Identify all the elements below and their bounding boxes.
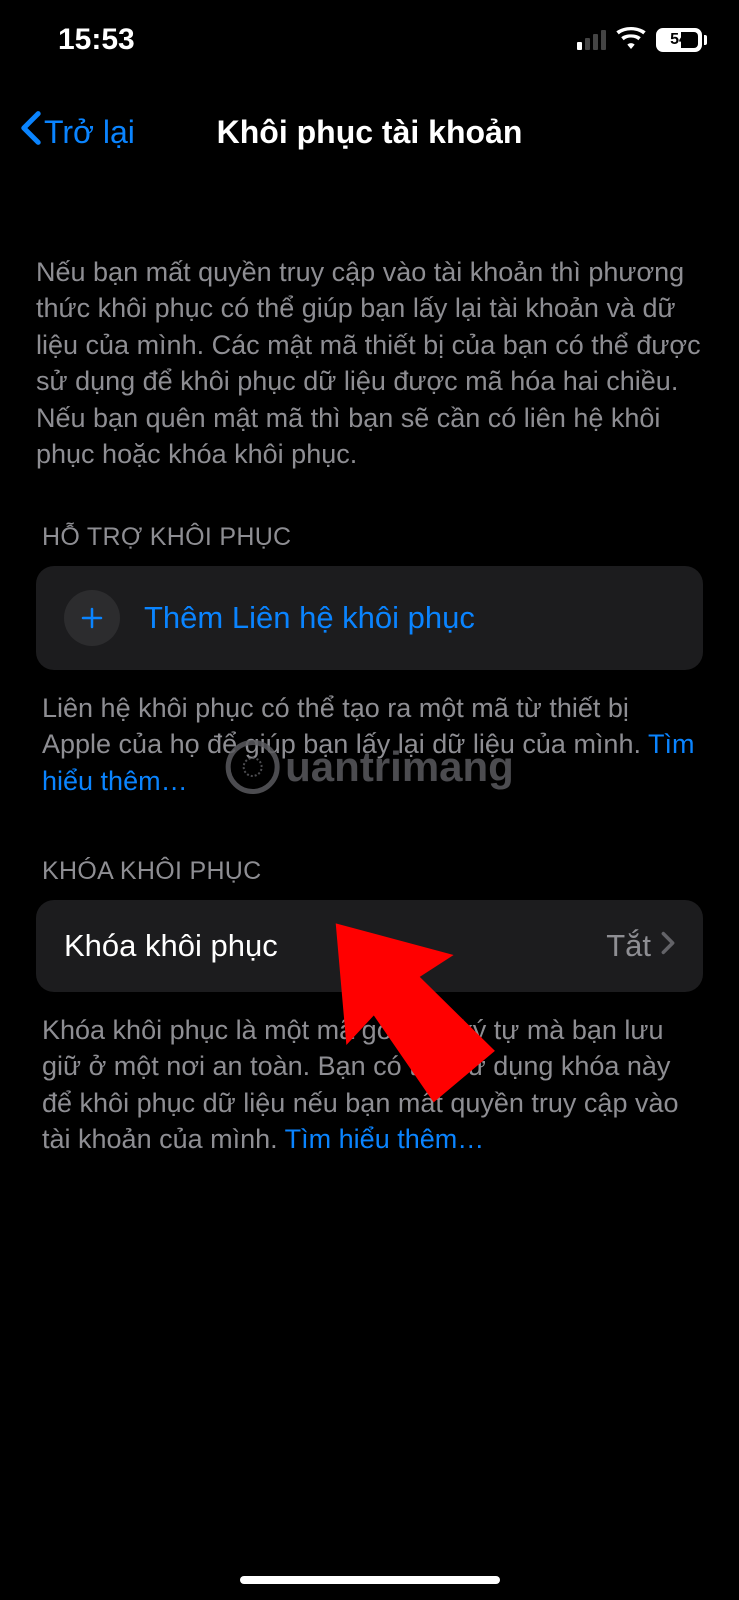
chevron-left-icon xyxy=(20,110,42,154)
section-header-recovery-key: KHÓA KHÔI PHỤC xyxy=(42,857,703,886)
home-indicator[interactable] xyxy=(240,1576,500,1584)
recovery-key-row[interactable]: Khóa khôi phục Tắt xyxy=(36,900,703,992)
footer-text-1: Liên hệ khôi phục có thể tạo ra một mã t… xyxy=(42,693,648,759)
section-header-recovery-support: HỖ TRỢ KHÔI PHỤC xyxy=(42,523,703,552)
learn-more-link-2[interactable]: Tìm hiểu thêm… xyxy=(285,1124,485,1154)
recovery-key-label: Khóa khôi phục xyxy=(64,928,278,964)
recovery-contact-group: Thêm Liên hệ khôi phục xyxy=(36,566,703,670)
intro-text: Nếu bạn mất quyền truy cập vào tài khoản… xyxy=(36,254,703,473)
plus-icon xyxy=(64,590,120,646)
battery-icon: 54 xyxy=(656,28,707,52)
add-recovery-contact-button[interactable]: Thêm Liên hệ khôi phục xyxy=(36,566,703,670)
add-recovery-contact-label: Thêm Liên hệ khôi phục xyxy=(144,600,475,636)
status-bar: 15:53 54 xyxy=(0,0,739,70)
status-time: 15:53 xyxy=(58,23,135,57)
wifi-icon xyxy=(616,27,646,54)
page-title: Khôi phục tài khoản xyxy=(217,114,523,151)
chevron-right-icon xyxy=(661,931,675,960)
back-button[interactable]: Trở lại xyxy=(20,110,135,154)
recovery-key-group: Khóa khôi phục Tắt xyxy=(36,900,703,992)
battery-percent: 54 xyxy=(670,31,688,49)
back-label: Trở lại xyxy=(44,114,135,151)
recovery-contact-footer: Liên hệ khôi phục có thể tạo ra một mã t… xyxy=(42,690,697,799)
status-indicators: 54 xyxy=(577,27,707,54)
cellular-signal-icon xyxy=(577,30,606,50)
nav-header: Trở lại Khôi phục tài khoản xyxy=(0,70,739,184)
recovery-key-footer: Khóa khôi phục là một mã gồm 28 ký tự mà… xyxy=(42,1012,697,1158)
recovery-key-status: Tắt xyxy=(606,928,651,964)
